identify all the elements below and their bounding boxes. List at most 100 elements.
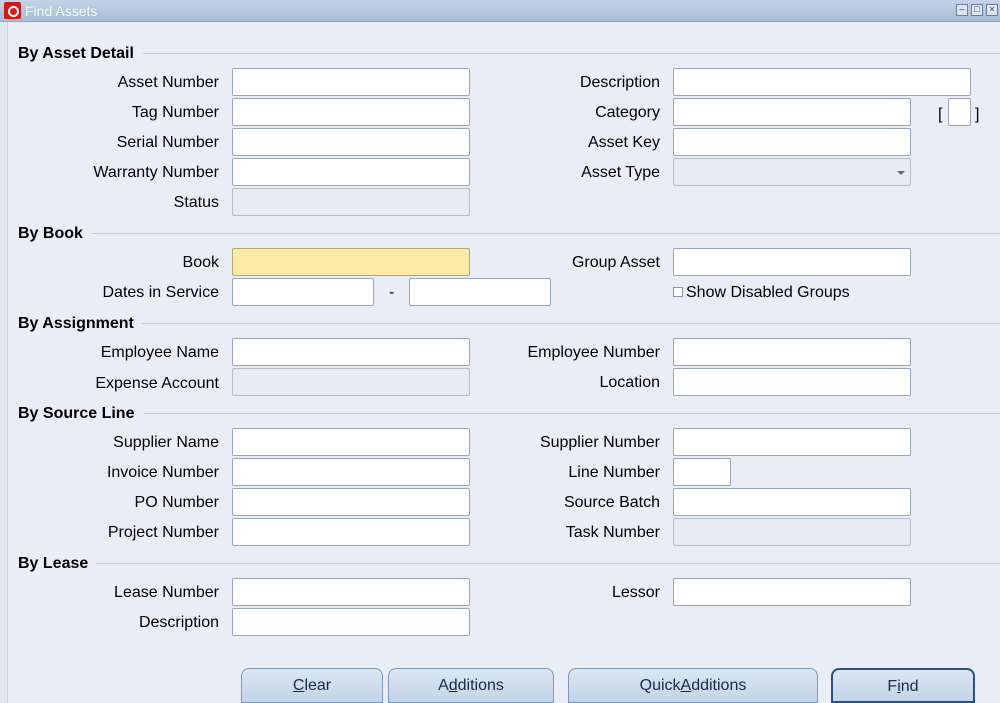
clear-button[interactable]: Clear <box>241 668 383 703</box>
group-asset-input[interactable] <box>674 249 910 275</box>
bracket-close: ] <box>975 106 980 123</box>
employee-name-input[interactable] <box>233 339 469 365</box>
lessor-field[interactable] <box>673 578 911 606</box>
location-input[interactable] <box>674 369 910 395</box>
invoice-number-label: Invoice Number <box>106 464 219 481</box>
po-number-label: PO Number <box>134 494 219 511</box>
status-label: Status <box>173 194 219 211</box>
warranty-number-input[interactable] <box>233 159 469 185</box>
dates-in-service-label: Dates in Service <box>102 284 220 301</box>
invoice-number-field[interactable] <box>232 458 470 486</box>
warranty-number-label: Warranty Number <box>93 164 219 181</box>
location-label: Location <box>599 374 661 391</box>
dates-separator: - <box>389 284 395 301</box>
lease-number-field[interactable] <box>232 578 470 606</box>
close-icon[interactable]: × <box>986 4 998 16</box>
asset-number-label: Asset Number <box>117 74 219 91</box>
section-divider <box>144 413 1000 414</box>
supplier-number-input[interactable] <box>674 429 910 455</box>
dates-to-input[interactable] <box>410 279 550 305</box>
find-label-post: nd <box>900 678 919 695</box>
additions-mnemonic: d <box>448 677 458 694</box>
section-divider <box>92 233 1000 234</box>
tag-number-input[interactable] <box>233 99 469 125</box>
expense-account-label: Expense Account <box>95 375 219 392</box>
asset-number-field[interactable] <box>232 68 470 96</box>
category-field[interactable] <box>673 98 911 126</box>
source-batch-field[interactable] <box>673 488 911 516</box>
employee-number-input[interactable] <box>674 339 910 365</box>
project-number-field[interactable] <box>232 518 470 546</box>
book-field[interactable] <box>232 248 470 276</box>
project-number-input[interactable] <box>233 519 469 545</box>
section-asset-detail: By Asset Detail <box>18 45 134 62</box>
additions-label-pre: A <box>438 677 449 694</box>
tag-number-field[interactable] <box>232 98 470 126</box>
show-disabled-groups-label: Show Disabled Groups <box>686 284 850 301</box>
asset-number-input[interactable] <box>233 69 469 95</box>
invoice-number-input[interactable] <box>233 459 469 485</box>
group-asset-field[interactable] <box>673 248 911 276</box>
lessor-input[interactable] <box>674 579 910 605</box>
clear-label-post: lear <box>304 677 332 694</box>
lease-number-label: Lease Number <box>114 584 219 601</box>
supplier-name-label: Supplier Name <box>113 434 219 451</box>
lease-description-input[interactable] <box>233 609 469 635</box>
description-input[interactable] <box>674 69 970 95</box>
supplier-name-input[interactable] <box>233 429 469 455</box>
section-divider <box>143 53 1000 54</box>
source-batch-input[interactable] <box>674 489 910 515</box>
description-field[interactable] <box>673 68 971 96</box>
show-disabled-groups-checkbox[interactable] <box>673 287 683 297</box>
expense-account-field[interactable] <box>232 368 470 396</box>
asset-type-label: Asset Type <box>581 164 660 181</box>
lessor-label: Lessor <box>611 584 660 601</box>
window-left-edge <box>0 22 8 703</box>
location-field[interactable] <box>673 368 911 396</box>
asset-key-field[interactable] <box>673 128 911 156</box>
dates-in-service-to-field[interactable] <box>409 278 551 306</box>
section-divider <box>142 323 1000 324</box>
description-label: Description <box>579 74 660 91</box>
line-number-label: Line Number <box>568 464 660 481</box>
quick-additions-button[interactable]: QuickAdditions <box>568 668 818 703</box>
maximize-icon[interactable]: □ <box>971 4 983 16</box>
window-title: Find Assets <box>25 3 98 19</box>
po-number-input[interactable] <box>233 489 469 515</box>
employee-name-field[interactable] <box>232 338 470 366</box>
section-book: By Book <box>18 225 83 242</box>
supplier-number-field[interactable] <box>673 428 911 456</box>
supplier-name-field[interactable] <box>232 428 470 456</box>
dates-in-service-from-field[interactable] <box>232 278 374 306</box>
source-batch-label: Source Batch <box>563 494 660 511</box>
chevron-down-icon[interactable] <box>897 171 905 175</box>
employee-number-label: Employee Number <box>527 344 661 361</box>
oracle-app-icon <box>4 2 21 19</box>
additions-label-post: ditions <box>457 677 504 694</box>
dates-from-input[interactable] <box>233 279 373 305</box>
lease-number-input[interactable] <box>233 579 469 605</box>
title-bar: Find Assets – □ × <box>0 0 1000 22</box>
book-input[interactable] <box>233 249 469 275</box>
line-number-field[interactable] <box>673 458 731 486</box>
lease-description-field[interactable] <box>232 608 470 636</box>
quick-additions-label-pre: Quick <box>639 677 681 694</box>
book-label: Book <box>182 254 219 271</box>
additions-button[interactable]: Additions <box>388 668 554 703</box>
po-number-field[interactable] <box>232 488 470 516</box>
asset-type-select[interactable] <box>673 158 911 186</box>
section-lease: By Lease <box>18 555 89 572</box>
warranty-number-field[interactable] <box>232 158 470 186</box>
line-number-input[interactable] <box>674 459 730 485</box>
find-button[interactable]: Find <box>831 668 975 703</box>
asset-key-input[interactable] <box>674 129 910 155</box>
employee-name-label: Employee Name <box>100 344 219 361</box>
lease-description-label: Description <box>138 614 219 631</box>
category-flexfield-button[interactable] <box>948 98 971 126</box>
employee-number-field[interactable] <box>673 338 911 366</box>
asset-key-label: Asset Key <box>587 134 660 151</box>
category-input[interactable] <box>674 99 910 125</box>
serial-number-input[interactable] <box>233 129 469 155</box>
minimize-icon[interactable]: – <box>956 4 968 16</box>
serial-number-field[interactable] <box>232 128 470 156</box>
